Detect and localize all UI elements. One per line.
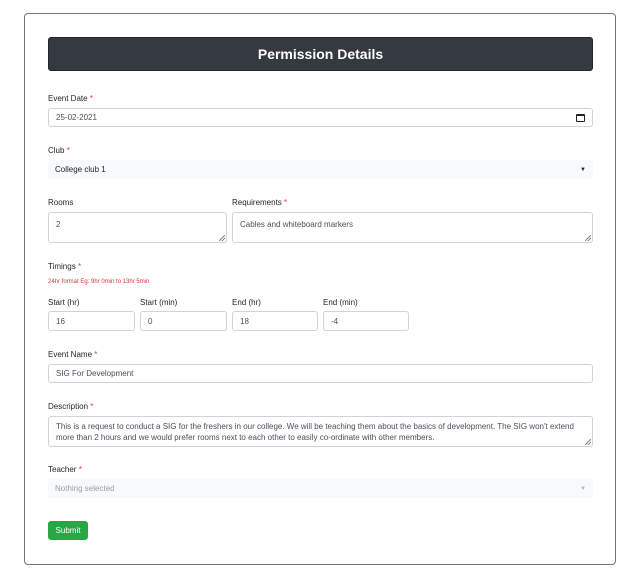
page-title: Permission Details [48, 37, 593, 71]
event-name-input[interactable]: SIG For Development [48, 364, 593, 383]
resize-handle[interactable] [585, 235, 591, 241]
required-mark: * [284, 198, 288, 207]
club-select[interactable]: College club 1 ▼ [48, 160, 593, 179]
requirements-label: Requirements * [232, 198, 288, 207]
description-textarea[interactable]: This is a request to conduct a SIG for t… [48, 416, 593, 447]
required-mark: * [78, 465, 82, 474]
end-min-label: End (min) [323, 298, 358, 307]
requirements-textarea[interactable]: Cables and whiteboard markers [232, 212, 593, 243]
caret-down-icon: ▼ [580, 485, 586, 492]
club-label: Club * [48, 146, 70, 155]
required-mark: * [89, 94, 93, 103]
event-date-field[interactable]: 25-02-2021 [48, 108, 593, 127]
rooms-label: Rooms [48, 198, 74, 207]
permission-form-card: Permission Details Event Date * 25-02-20… [24, 13, 616, 565]
start-hr-label: Start (hr) [48, 298, 80, 307]
teacher-select[interactable]: Nothing selected ▼ [48, 479, 593, 498]
timings-label: Timings * [48, 262, 82, 271]
required-mark: * [90, 402, 94, 411]
event-date-label: Event Date * [48, 94, 93, 103]
timings-hint: 24hr format Eg: 9hr 0min to 13hr 5min [48, 279, 150, 285]
end-hr-label: End (hr) [232, 298, 261, 307]
required-mark: * [94, 350, 98, 359]
rooms-textarea[interactable]: 2 [48, 212, 227, 243]
start-min-input[interactable]: 0 [140, 311, 227, 331]
resize-handle[interactable] [219, 235, 225, 241]
resize-handle[interactable] [585, 439, 591, 445]
calendar-icon[interactable] [576, 113, 585, 122]
required-mark: * [66, 146, 70, 155]
required-mark: * [77, 262, 82, 271]
end-min-input[interactable]: -4 [323, 311, 409, 331]
description-label: Description * [48, 402, 94, 411]
event-name-label: Event Name * [48, 350, 98, 359]
end-hr-input[interactable]: 18 [232, 311, 318, 331]
caret-down-icon: ▼ [580, 166, 586, 173]
start-min-label: Start (min) [140, 298, 178, 307]
submit-button[interactable]: Submit [48, 521, 88, 540]
start-hr-input[interactable]: 16 [48, 311, 135, 331]
teacher-label: Teacher * [48, 465, 82, 474]
